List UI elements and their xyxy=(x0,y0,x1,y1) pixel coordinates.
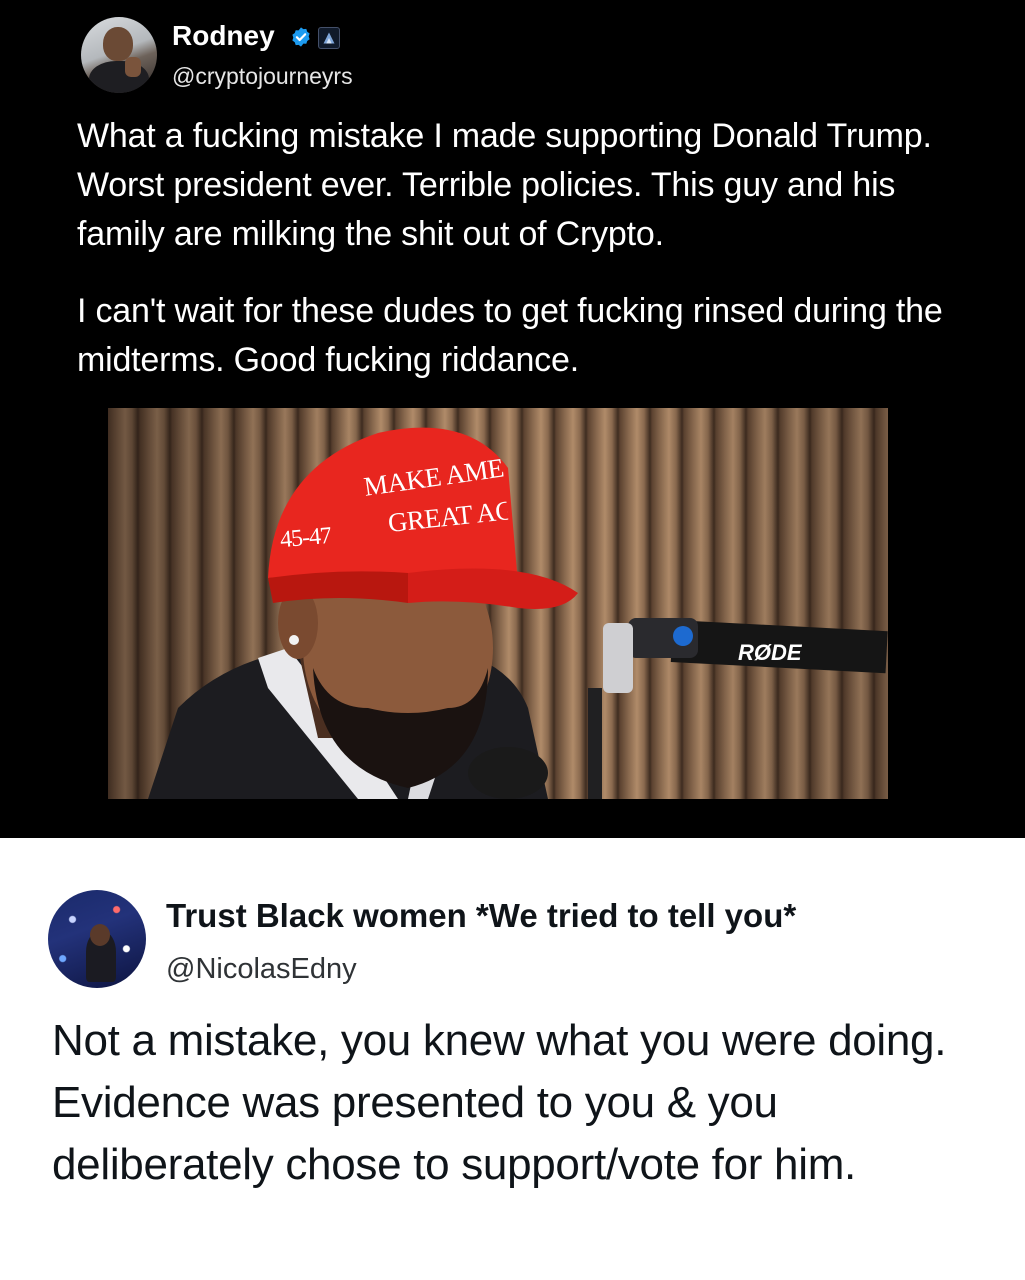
reply-author-avatar[interactable] xyxy=(48,890,146,988)
photo-earring xyxy=(289,635,299,645)
affiliate-badge-icon xyxy=(318,27,340,49)
photo-mic-mount xyxy=(603,623,633,693)
avatar-figure-head xyxy=(103,27,133,61)
verified-check-icon xyxy=(292,27,310,47)
avatar-figure-hand xyxy=(125,57,141,77)
author-avatar[interactable] xyxy=(81,17,157,93)
reply-tweet: Trust Black women *We tried to tell you*… xyxy=(0,838,1025,1280)
tweet-text-paragraph-2: I can't wait for these dudes to get fuck… xyxy=(77,292,943,379)
tweet-photo[interactable]: MAKE AMER GREAT AGA 45-47 RØDE xyxy=(108,408,888,799)
author-name[interactable]: Rodney xyxy=(172,18,275,54)
reply-author-name[interactable]: Trust Black women *We tried to tell you* xyxy=(166,896,796,936)
reply-author-handle[interactable]: @NicolasEdny xyxy=(166,951,357,987)
cap-number: 45-47 xyxy=(278,522,333,554)
mic-arm-label: RØDE xyxy=(738,641,802,665)
tweet-text-paragraph-1: What a fucking mistake I made supporting… xyxy=(77,117,932,253)
reply-text: Not a mistake, you knew what you were do… xyxy=(52,1016,947,1189)
photo-mic-knob xyxy=(673,626,693,646)
photo-mic-head xyxy=(468,747,548,799)
photo-mic-pole xyxy=(588,688,602,799)
author-handle[interactable]: @cryptojourneyrs xyxy=(172,61,353,91)
original-tweet: Rodney @cryptojourneyrs What a fucking m… xyxy=(0,0,1025,838)
avatar-figure-head xyxy=(90,924,110,946)
